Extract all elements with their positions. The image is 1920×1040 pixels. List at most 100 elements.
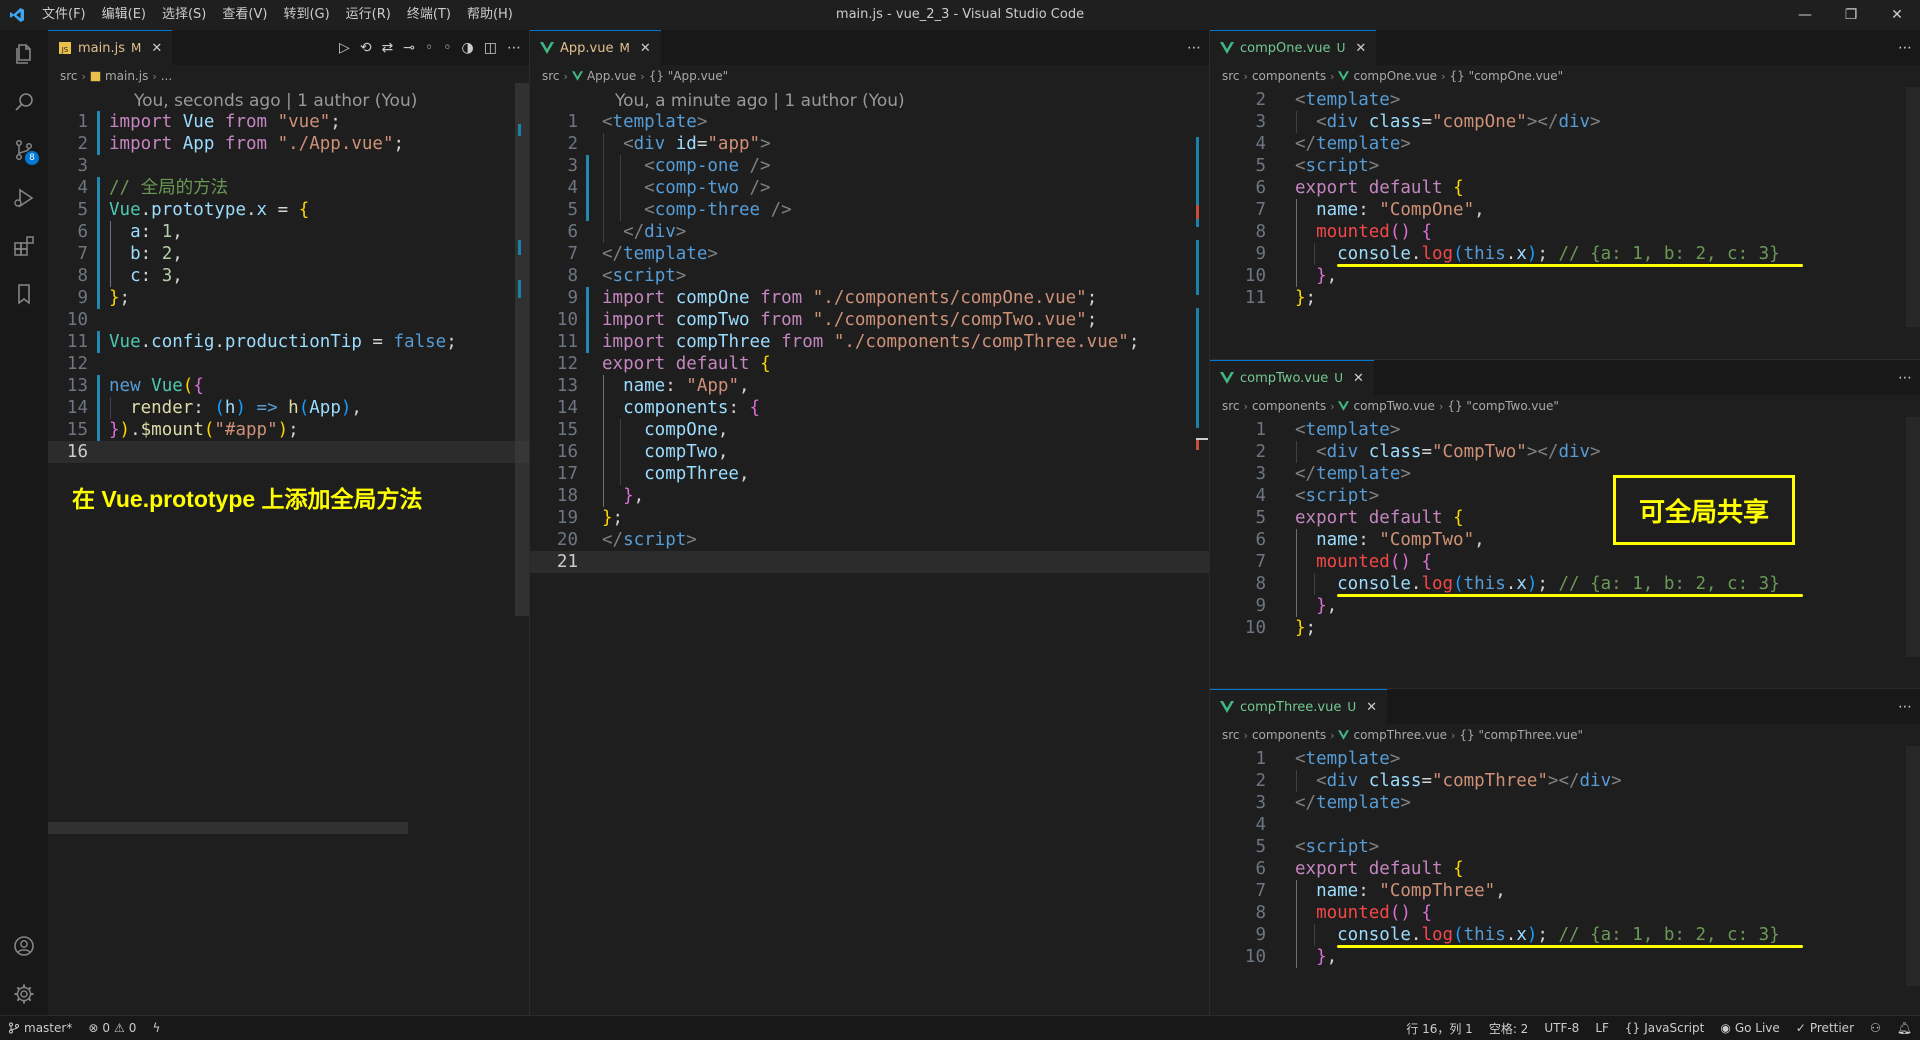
code-token: . — [1410, 574, 1422, 594]
git-blame-codelens[interactable]: You, seconds ago | 1 author (You) — [134, 91, 417, 111]
menu-item[interactable]: 查看(V) — [214, 0, 275, 30]
search-button[interactable] — [0, 78, 48, 126]
code-token: > — [1368, 837, 1380, 857]
vertical-scrollbar[interactable] — [1906, 87, 1920, 327]
menu-item[interactable]: 编辑(E) — [94, 0, 154, 30]
code-editor[interactable]: 2 <template> 3 <div class="compOne"></div>… — [1210, 89, 1920, 359]
breadcrumb-item[interactable]: {} "compTwo.vue" — [1447, 399, 1559, 413]
scroll-change-marker — [1196, 308, 1199, 428]
notifications-bell-icon[interactable]: 🔔︎ — [1889, 1021, 1920, 1035]
code-editor[interactable]: 1 import Vue from "vue"; 2 import App from … — [48, 111, 529, 1015]
close-tab-button[interactable]: ✕ — [151, 41, 162, 56]
code-token: ) — [1526, 925, 1538, 945]
breadcrumb-item[interactable]: compTwo.vue — [1353, 399, 1434, 413]
more-actions-icon[interactable]: ⋯ — [1898, 699, 1912, 715]
end-of-line[interactable]: LF — [1587, 1021, 1617, 1035]
code-editor[interactable]: 1 <template> 2 <div id="app"> 3 <comp-one /… — [530, 111, 1209, 1015]
lightning-icon[interactable]: ϟ — [144, 1021, 168, 1035]
accounts-button[interactable] — [0, 922, 48, 970]
code-token: } — [602, 486, 634, 506]
more-actions-icon[interactable]: ⋯ — [1898, 370, 1912, 386]
explorer-button[interactable] — [0, 30, 48, 78]
close-tab-button[interactable]: ✕ — [1366, 700, 1377, 715]
breadcrumb-item[interactable]: src — [542, 69, 560, 83]
menu-item[interactable]: 帮助(H) — [459, 0, 521, 30]
run-icon[interactable]: ▷ — [339, 40, 350, 56]
extensions-button[interactable] — [0, 222, 48, 270]
problems-status[interactable]: ⊗ 0 ⚠ 0 — [80, 1021, 144, 1035]
split-editor-icon[interactable]: ◫ — [484, 40, 497, 56]
branch-status[interactable]: master* — [0, 1021, 80, 1035]
prettier-status[interactable]: ✓ Prettier — [1788, 1021, 1862, 1035]
git-blame-codelens[interactable]: You, a minute ago | 1 author (You) — [615, 91, 905, 111]
menu-item[interactable]: 终端(T) — [399, 0, 459, 30]
toggle-blame-icon[interactable]: ◑ — [462, 40, 474, 56]
accounts-status-icon[interactable]: ⚇ — [1862, 1021, 1889, 1035]
maximize-button[interactable]: ❐ — [1828, 0, 1874, 30]
tab-main-js[interactable]: JS main.js M ✕ — [48, 30, 173, 65]
breadcrumb-item[interactable]: src — [1222, 728, 1240, 742]
go-live-button[interactable]: ◉ Go Live — [1712, 1021, 1787, 1035]
code-text: <script> — [1295, 155, 1379, 177]
line-number: 5 — [1255, 508, 1266, 528]
close-window-button[interactable]: ✕ — [1874, 0, 1920, 30]
code-editor[interactable]: 1 <template> 2 <div class="CompTwo"></div>… — [1210, 419, 1920, 688]
menu-item[interactable]: 运行(R) — [338, 0, 399, 30]
breadcrumb-item[interactable]: ... — [161, 69, 172, 83]
breadcrumb-item[interactable]: App.vue — [587, 69, 636, 83]
vscode-logo-icon — [0, 0, 34, 30]
breadcrumb-item[interactable]: components — [1252, 728, 1326, 742]
next-change-icon[interactable]: ◦ — [443, 40, 451, 56]
breadcrumb-item[interactable]: src — [60, 69, 78, 83]
code-token: Vue — [151, 376, 183, 396]
manage-button[interactable] — [0, 970, 48, 1018]
vertical-scrollbar[interactable] — [1906, 417, 1920, 657]
breadcrumb-item[interactable]: compOne.vue — [1353, 69, 1437, 83]
indentation[interactable]: 空格: 2 — [1481, 1020, 1537, 1037]
git-commit-icon[interactable]: ⊸ — [403, 40, 415, 56]
close-tab-button[interactable]: ✕ — [1355, 41, 1366, 56]
menu-item[interactable]: 转到(G) — [275, 0, 337, 30]
open-changes-icon[interactable]: ⇄ — [382, 40, 394, 56]
breadcrumb-item[interactable]: components — [1252, 69, 1326, 83]
breadcrumb-item[interactable]: src — [1222, 69, 1240, 83]
close-tab-button[interactable]: ✕ — [640, 41, 651, 56]
language-mode[interactable]: {} JavaScript — [1617, 1021, 1712, 1035]
code-text: </div> — [602, 221, 686, 243]
breadcrumb-item[interactable]: {} "compOne.vue" — [1449, 69, 1563, 83]
code-text: <div id="app"> — [602, 133, 771, 155]
breadcrumb-item[interactable]: {} "App.vue" — [649, 69, 728, 83]
run-debug-button[interactable] — [0, 174, 48, 222]
vertical-scrollbar[interactable] — [1906, 746, 1920, 986]
code-token: template — [623, 244, 708, 264]
menu-item[interactable]: 选择(S) — [154, 0, 214, 30]
more-actions-icon[interactable]: ⋯ — [1898, 40, 1912, 56]
code-token: comp-two — [654, 178, 750, 198]
more-actions-icon[interactable]: ⋯ — [507, 40, 521, 56]
vertical-scrollbar[interactable] — [515, 83, 529, 616]
tab-bar: compThree.vue U ✕ ⋯ — [1210, 689, 1920, 724]
more-actions-icon[interactable]: ⋯ — [1187, 40, 1201, 56]
menu-item[interactable]: 文件(F) — [34, 0, 94, 30]
cursor-position[interactable]: 行 16，列 1 — [1398, 1020, 1481, 1037]
encoding[interactable]: UTF-8 — [1536, 1021, 1587, 1035]
breadcrumb-item[interactable]: compThree.vue — [1353, 728, 1447, 742]
close-tab-button[interactable]: ✕ — [1353, 371, 1364, 386]
code-editor[interactable]: 1 <template> 2 <div class="compThree"></di… — [1210, 748, 1920, 1015]
timeline-icon[interactable]: ⟲ — [360, 40, 372, 56]
minimize-button[interactable]: — — [1782, 0, 1828, 30]
breadcrumb-item[interactable]: src — [1222, 399, 1240, 413]
previous-change-icon[interactable]: ◦ — [425, 40, 433, 56]
breadcrumb-item[interactable]: {} "compThree.vue" — [1459, 728, 1583, 742]
breadcrumb-item[interactable]: components — [1252, 399, 1326, 413]
breadcrumb-item[interactable]: main.js — [105, 69, 148, 83]
bookmarks-button[interactable] — [0, 270, 48, 318]
line-number: 11 — [1244, 288, 1266, 308]
line-number: 6 — [1255, 178, 1266, 198]
source-control-button[interactable]: 8 — [0, 126, 48, 174]
horizontal-scrollbar[interactable] — [48, 822, 408, 834]
tab-component-file[interactable]: compThree.vue U ✕ — [1210, 689, 1388, 724]
tab-app-vue[interactable]: App.vue M ✕ — [530, 30, 661, 65]
tab-component-file[interactable]: compOne.vue U ✕ — [1210, 30, 1377, 65]
tab-component-file[interactable]: compTwo.vue U ✕ — [1210, 360, 1374, 395]
